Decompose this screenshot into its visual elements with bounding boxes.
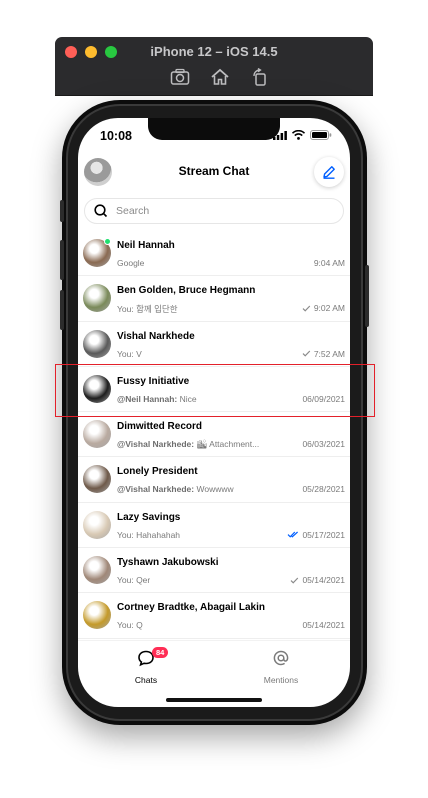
at-sign-icon [273,650,289,666]
message-preview: @Vishal Narkhede: 🏙 Attachment... [117,439,259,450]
message-preview: @Vishal Narkhede: Wowwww [117,484,234,494]
online-indicator [104,238,111,245]
message-meta: 05/28/2021 [302,484,345,494]
channel-name: Neil Hannah [117,240,175,251]
channel-name: Cortney Bradtke, Abagail Lakin [117,602,265,614]
notch [148,118,280,140]
signal-icon [273,130,287,140]
message-text: You: V [117,348,142,359]
double-check-icon [288,531,299,538]
channel-list: Neil Hannah Google 9:04 AM Ben Golden, Bruc… [78,231,350,639]
unread-badge: 84 [152,647,169,658]
channel-row[interactable]: Lazy Savings You: Hahahahah 05/17/2021 [78,503,350,549]
home-icon[interactable] [209,66,231,88]
message-text: You: 함께 입단한 [117,304,178,315]
message-time: 9:04 AM [313,258,345,268]
channel-avatar [83,420,111,449]
channel-row[interactable]: Tyshawn Jakubowski You: Qer 05/14/2021 [78,548,350,594]
message-text: Wowwww [194,484,234,495]
channel-avatar [83,329,111,358]
mention-author: @Vishal Narkhede: [117,439,195,450]
power-button [365,265,369,327]
tab-mentions[interactable]: Mentions [241,649,321,685]
message-time: 9:02 AM [313,303,345,314]
message-text: Google [117,258,145,268]
channel-name: Dimwitted Record [117,421,203,433]
message-meta: 05/14/2021 [302,620,345,630]
mention-author: @Vishal Narkhede: [117,484,195,495]
message-time: 05/14/2021 [302,575,345,586]
message-preview: You: V [117,349,142,359]
channel-row[interactable]: Vishal Narkhede You: V 7:52 AM [78,322,350,367]
tab-mentions-label: Mentions [263,675,299,685]
tab-chats[interactable]: 84 Chats [106,647,186,685]
search-bar[interactable]: Search [84,198,344,224]
message-meta: 06/03/2021 [302,439,345,449]
message-time: 05/17/2021 [302,529,345,540]
channel-avatar [83,510,111,539]
message-time: 05/14/2021 [302,620,345,631]
battery-icon [310,130,332,140]
channel-avatar [83,465,111,494]
channel-name: Tyshawn Jakubowski [117,557,219,569]
message-time: 7:52 AM [313,348,345,359]
channel-name: Vishal Narkhede [117,330,195,342]
channel-avatar [83,601,111,630]
channel-row[interactable]: Ben Golden, Bruce Hegmann You: 함께 입단한 9:02… [78,276,350,322]
channel-row[interactable]: Lonely President @Vishal Narkhede: Wowwww… [78,457,350,503]
channel-name: Lonely President [117,466,198,478]
message-preview: Google [117,258,144,268]
wifi-icon [292,130,305,140]
message-preview: You: Q [117,620,143,630]
channel-row[interactable]: Dimwitted Record @Vishal Narkhede: 🏙 Atta… [78,412,350,458]
status-icons [273,130,332,140]
volume-up-button [60,240,64,280]
message-meta: 05/17/2021 [287,530,345,540]
message-text: You: Hahahahah [117,529,181,540]
channel-list-header: Stream Chat [78,156,350,190]
message-text: 🏙 Attachment... [194,439,260,450]
new-chat-button[interactable] [314,157,344,187]
channel-name: Lazy Savings [117,511,181,523]
message-time: 05/28/2021 [302,484,345,495]
message-text: You: Qer [117,575,151,586]
search-input[interactable]: Search [116,205,149,217]
pencil-icon [323,166,335,179]
check-icon [302,350,311,357]
page-title: Stream Chat [178,164,250,178]
channel-row[interactable]: Neil Hannah Google 9:04 AM [78,231,350,277]
channel-name: Ben Golden, Bruce Hegmann [117,285,256,297]
volume-down-button [60,290,64,330]
status-time: 10:08 [100,129,132,143]
message-preview: You: Hahahahah [117,530,180,540]
simulator-titlebar: iPhone 12 – iOS 14.5 [55,37,373,95]
rotate-icon[interactable] [249,66,271,88]
message-meta: 7:52 AM [302,349,345,359]
message-meta: 9:04 AM [314,258,345,268]
check-icon [302,305,311,312]
message-text: You: Q [117,620,143,631]
tab-chats-label: Chats [134,675,158,685]
selection-highlight [55,364,375,417]
search-icon [94,204,108,218]
silent-switch [60,200,64,222]
home-indicator [166,698,262,702]
channel-avatar [83,284,111,313]
channel-row[interactable]: Cortney Bradtke, Abagail Lakin You: Q 05/1… [78,593,350,639]
simulator-title: iPhone 12 – iOS 14.5 [150,44,278,59]
message-preview: You: Qer [117,575,150,585]
channel-avatar [83,556,111,585]
check-icon [291,577,299,584]
message-meta: 05/14/2021 [290,575,345,585]
message-preview: You: 함께 입단한 [117,303,178,315]
tab-bar: 84 Chats Mentions [78,640,350,707]
screenshot-icon[interactable] [169,66,191,88]
message-meta: 9:02 AM [302,303,345,313]
message-time: 06/03/2021 [302,439,345,450]
